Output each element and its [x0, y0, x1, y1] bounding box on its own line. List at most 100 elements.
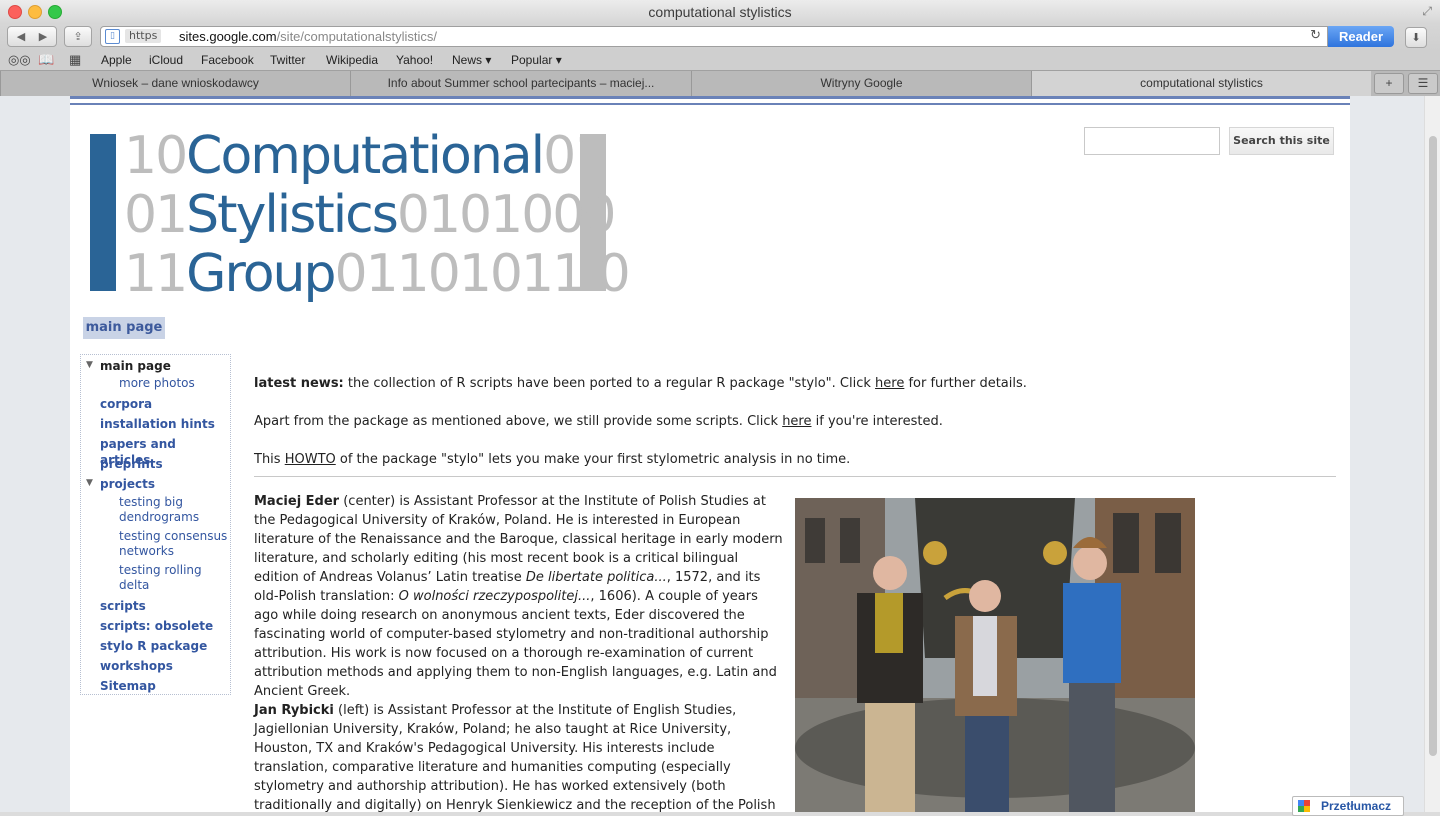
news-paragraph-2: Apart from the package as mentioned abov…	[254, 412, 943, 431]
web-viewport: 10Computational01 01Stylistics0101000 11…	[0, 96, 1424, 812]
sidebar-item-corpora[interactable]: corpora	[100, 396, 152, 412]
page-scrollbar[interactable]	[1424, 96, 1440, 812]
url-path: /site/computationalstylistics/	[276, 29, 437, 44]
tab-summer-school[interactable]: Info about Summer school partecipants – …	[350, 71, 691, 96]
logo-row-1: 10Computational01	[124, 126, 607, 186]
window-title: computational stylistics	[648, 4, 792, 20]
window-titlebar: computational stylistics ⤢	[0, 0, 1440, 24]
sidebar-item-scripts[interactable]: scripts	[100, 598, 146, 614]
logo-binary: 10	[124, 126, 188, 186]
back-icon[interactable]: ◀	[10, 27, 32, 46]
tab-wniosek[interactable]: Wniosek – dane wnioskodawcy	[0, 71, 350, 96]
sidebar-item-preprints[interactable]: preprints	[100, 456, 163, 472]
reload-icon[interactable]: ↻	[1310, 28, 1321, 43]
bookmark-yahoo[interactable]: Yahoo!	[396, 53, 433, 67]
top-sites-icon[interactable]: ▦	[69, 52, 81, 68]
group-photo	[795, 498, 1195, 812]
bookmark-twitter[interactable]: Twitter	[270, 53, 305, 67]
bookmark-facebook[interactable]: Facebook	[201, 53, 254, 67]
bookmarks-bar: ◎◎ 📖 ▦ Apple iCloud Facebook Twitter Wik…	[0, 50, 1440, 70]
sidebar-item-projects[interactable]: projects	[100, 476, 155, 492]
sidebar-item-testing-consensus-networks[interactable]: testing consensus networks	[119, 529, 231, 559]
content-divider	[254, 476, 1336, 477]
fullscreen-icon[interactable]: ⤢	[1422, 4, 1432, 19]
browser-toolbar: ◀ ▶ ⇪ ▯ https sites.google.com/site/compu…	[0, 24, 1440, 50]
news-paragraph-3: This HOWTO of the package "stylo" lets y…	[254, 450, 850, 469]
site-logo[interactable]: 10Computational01 01Stylistics0101000 11…	[90, 126, 631, 304]
sidebar-item-testing-rolling-delta[interactable]: testing rolling delta	[119, 563, 231, 593]
logo-binary: 11	[124, 244, 188, 304]
site-page: 10Computational01 01Stylistics0101000 11…	[70, 96, 1350, 812]
news-paragraph-1: latest news: the collection of R scripts…	[254, 374, 1027, 393]
sidebar-item-more-photos[interactable]: more photos	[119, 376, 231, 391]
tab-bar: Wniosek – dane wnioskodawcy Info about S…	[0, 70, 1440, 97]
bio-text: , 1606). A couple of years ago while doi…	[254, 589, 777, 699]
tab-overview-icon[interactable]: ☰	[1408, 73, 1438, 94]
logo-binary: 01101011 0	[334, 244, 630, 304]
share-button[interactable]: ⇪	[64, 26, 92, 47]
logo-word: Stylistics	[186, 185, 399, 245]
downloads-icon[interactable]: ⬇	[1405, 27, 1427, 48]
url-text[interactable]: sites.google.com/site/computationalstyli…	[179, 29, 437, 44]
sidebar-item-sitemap[interactable]: Sitemap	[100, 678, 156, 694]
forward-icon[interactable]: ▶	[32, 27, 54, 46]
sidebar-navigation: ▼ main page more photos corpora installa…	[80, 354, 231, 695]
bio-name: Jan Rybicki	[254, 703, 334, 718]
bio-book-title: O wolności rzeczypospolitej...	[398, 589, 591, 604]
bookmark-apple[interactable]: Apple	[101, 53, 132, 67]
bookmark-popular-menu[interactable]: Popular ▾	[511, 53, 562, 67]
header-rule-thin	[70, 103, 1350, 105]
translate-button[interactable]: Przetłumacz	[1292, 796, 1404, 816]
sidebar-item-main-page[interactable]: main page	[100, 358, 171, 374]
sidebar-item-scripts-obsolete[interactable]: scripts: obsolete	[100, 618, 213, 634]
news-label: latest news:	[254, 376, 344, 391]
page-tab-main-page[interactable]: main page	[83, 317, 165, 339]
address-bar[interactable]: ▯ https sites.google.com/site/computatio…	[100, 26, 1328, 47]
search-site-button[interactable]: Search this site	[1229, 127, 1334, 155]
logo-binary: 01	[543, 126, 607, 186]
howto-link[interactable]: HOWTO	[285, 452, 336, 467]
expand-icon[interactable]: ▼	[86, 360, 93, 370]
site-search-input[interactable]	[1084, 127, 1220, 155]
bio-text: (left) is Assistant Professor at the Ins…	[254, 703, 776, 812]
bio-book-title: De libertate politica...	[525, 570, 667, 585]
sidebar-item-stylo-r-package[interactable]: stylo R package	[100, 638, 207, 654]
bookmark-news-menu[interactable]: News ▾	[452, 53, 491, 67]
sidebar-item-workshops[interactable]: workshops	[100, 658, 173, 674]
logo-word: Group	[186, 244, 336, 304]
sidebar-item-testing-big-dendrograms[interactable]: testing big dendrograms	[119, 495, 231, 525]
news-text: of the package "stylo" lets you make you…	[335, 452, 851, 467]
header-rule	[70, 96, 1350, 99]
url-host: sites.google.com	[179, 29, 277, 44]
logo-word: Computational	[186, 126, 545, 186]
back-forward-buttons: ◀ ▶	[7, 26, 57, 47]
reading-list-icon[interactable]: ◎◎	[8, 52, 31, 68]
google-translate-icon	[1298, 800, 1310, 812]
logo-binary: 01	[124, 185, 188, 245]
https-lock-badge: https	[125, 29, 162, 43]
news-text: if you're interested.	[811, 414, 943, 429]
logo-bar-left	[90, 134, 116, 291]
news-text: the collection of R scripts have been po…	[343, 376, 876, 391]
scripts-link[interactable]: here	[782, 414, 811, 429]
logo-binary: 0101000	[396, 185, 617, 245]
logo-row-3: 11Group01101011 0	[124, 244, 631, 304]
tab-computational-stylistics[interactable]: computational stylistics	[1031, 71, 1371, 96]
tab-witryny-google[interactable]: Witryny Google	[691, 71, 1031, 96]
logo-row-2: 01Stylistics0101000	[124, 185, 617, 245]
bookmarks-icon[interactable]: 📖	[38, 52, 54, 68]
expand-icon[interactable]: ▼	[86, 478, 93, 488]
bookmark-icloud[interactable]: iCloud	[149, 53, 183, 67]
bio-name: Maciej Eder	[254, 494, 340, 509]
bookmark-wikipedia[interactable]: Wikipedia	[326, 53, 378, 67]
new-tab-icon[interactable]: +	[1374, 73, 1404, 94]
bio-jan-rybicki: Jan Rybicki (left) is Assistant Professo…	[254, 701, 786, 812]
scrollbar-thumb[interactable]	[1429, 136, 1437, 756]
site-favicon-icon: ▯	[105, 29, 120, 44]
stylo-package-link[interactable]: here	[875, 376, 904, 391]
bio-maciej-eder: Maciej Eder (center) is Assistant Profes…	[254, 492, 786, 701]
news-text: This	[254, 452, 285, 467]
news-text: for further details.	[904, 376, 1027, 391]
reader-button[interactable]: Reader	[1328, 26, 1394, 47]
sidebar-item-installation-hints[interactable]: installation hints	[100, 416, 215, 432]
